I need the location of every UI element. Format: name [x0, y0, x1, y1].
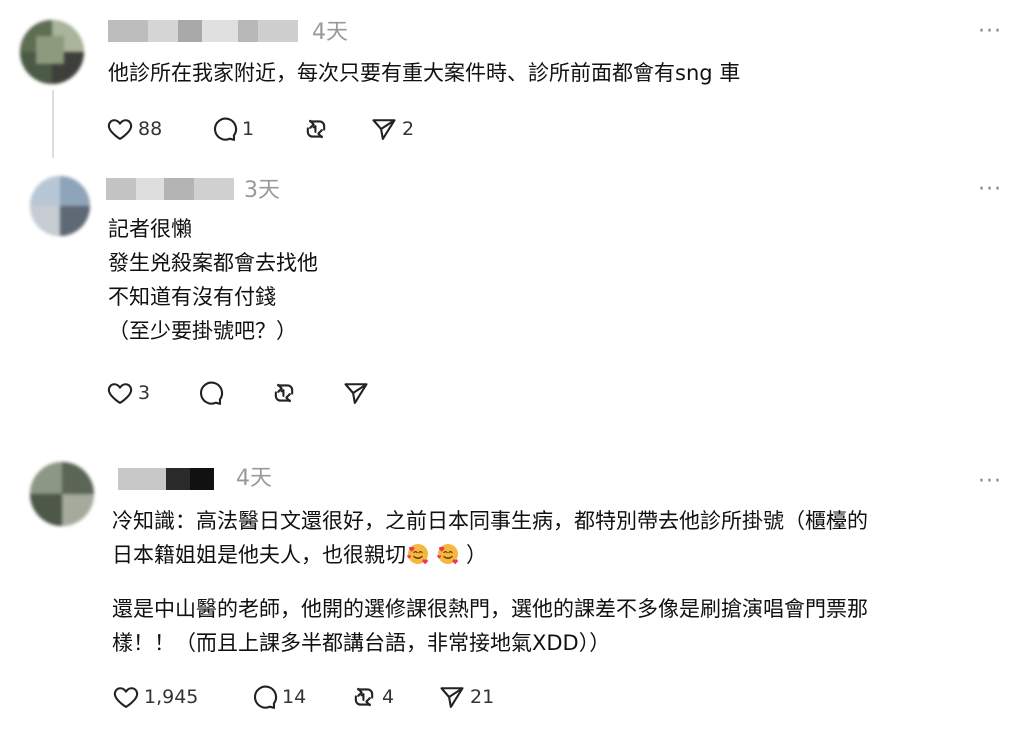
post-body: 冷知識：高法醫日文還很好，之前日本同事生病，都特別帶去他診所掛號（櫃檯的 日本籍…	[112, 504, 868, 660]
username-redacted[interactable]	[106, 178, 234, 200]
action-bar: 88 1 2	[106, 114, 506, 144]
post-timestamp: 4天	[236, 466, 272, 491]
post-text-line: 他診所在我家附近，每次只要有重大案件時、診所前面都會有sng 車	[108, 61, 741, 85]
heart-icon	[107, 383, 133, 404]
like-count: 3	[138, 382, 151, 404]
reply-button[interactable]	[196, 378, 224, 408]
repost-icon	[274, 383, 294, 403]
post-text-line: 冷知識：高法醫日文還很好，之前日本同事生病，都特別帶去他診所掛號（櫃檯的	[112, 509, 868, 533]
share-count: 2	[402, 118, 415, 140]
more-options-button[interactable]: ···	[978, 471, 1002, 493]
share-button[interactable]: 21	[438, 682, 494, 712]
post-text-segment: 日本籍姐姐是他夫人，也很親切	[112, 543, 406, 567]
send-icon	[372, 119, 396, 140]
post-text-line: 不知道有沒有付錢	[108, 285, 276, 309]
reply-button[interactable]: 14	[250, 682, 306, 712]
post-text-line: 日本籍姐姐是他夫人，也很親切 ）	[112, 538, 868, 572]
like-count: 1,945	[144, 686, 199, 708]
post-text-line: （至少要掛號吧？）	[108, 319, 297, 343]
repost-icon	[354, 687, 374, 707]
like-button[interactable]: 3	[106, 378, 150, 408]
share-button[interactable]	[342, 378, 370, 408]
reply-button[interactable]: 1	[210, 114, 254, 144]
reply-post-2: 3天 ··· 記者很懶 發生兇殺案都會去找他 不知道有沒有付錢 （至少要掛號吧？…	[0, 170, 1024, 430]
repost-count: 4	[382, 686, 395, 708]
reply-post-3: 4天 ··· 冷知識：高法醫日文還很好，之前日本同事生病，都特別帶去他診所掛號（…	[0, 458, 1024, 734]
share-count: 21	[470, 686, 495, 708]
username-redacted[interactable]	[118, 468, 214, 490]
username-redacted[interactable]	[108, 20, 298, 42]
more-options-button[interactable]: ···	[978, 21, 1002, 43]
post-text-line: 樣！！（而且上課多半都講台語，非常接地氣XDD））	[112, 631, 611, 655]
post-timestamp: 3天	[244, 178, 280, 203]
post-timestamp: 4天	[312, 20, 348, 45]
send-icon	[344, 383, 368, 404]
post-body: 記者很懶 發生兇殺案都會去找他 不知道有沒有付錢 （至少要掛號吧？）	[108, 212, 318, 348]
post-text-line: 還是中山醫的老師，他開的選修課很熱門，選他的課差不多像是刷搶演唱會門票那	[112, 597, 868, 621]
reply-post-1: 4天 ··· 他診所在我家附近，每次只要有重大案件時、診所前面都會有sng 車 …	[0, 0, 1024, 170]
share-button[interactable]: 2	[370, 114, 414, 144]
smiling-face-with-hearts-emoji	[437, 544, 458, 565]
avatar[interactable]	[20, 20, 84, 84]
repost-button[interactable]	[270, 378, 298, 408]
post-text-line: 記者很懶	[108, 217, 192, 241]
heart-icon	[113, 687, 139, 708]
send-icon	[440, 687, 464, 708]
post-text-segment: ）	[466, 543, 487, 567]
heart-icon	[107, 119, 133, 140]
post-text-line: 發生兇殺案都會去找他	[108, 251, 318, 275]
post-body: 他診所在我家附近，每次只要有重大案件時、診所前面都會有sng 車	[108, 56, 740, 90]
action-bar: 1,945 14 4 21	[112, 682, 532, 712]
reply-count: 1	[242, 118, 255, 140]
action-bar: 3	[106, 378, 406, 408]
comment-icon	[253, 685, 278, 709]
repost-button[interactable]	[302, 114, 330, 144]
comment-icon	[213, 117, 238, 141]
avatar[interactable]	[30, 176, 90, 236]
like-button[interactable]: 88	[106, 114, 162, 144]
comment-icon	[199, 381, 224, 405]
smiling-face-with-hearts-emoji	[407, 544, 428, 565]
more-options-button[interactable]: ···	[978, 179, 1002, 201]
avatar[interactable]	[30, 462, 94, 526]
like-count: 88	[138, 118, 163, 140]
repost-button[interactable]: 4	[350, 682, 394, 712]
reply-count: 14	[282, 686, 307, 708]
like-button[interactable]: 1,945	[112, 682, 198, 712]
repost-icon	[306, 119, 326, 139]
